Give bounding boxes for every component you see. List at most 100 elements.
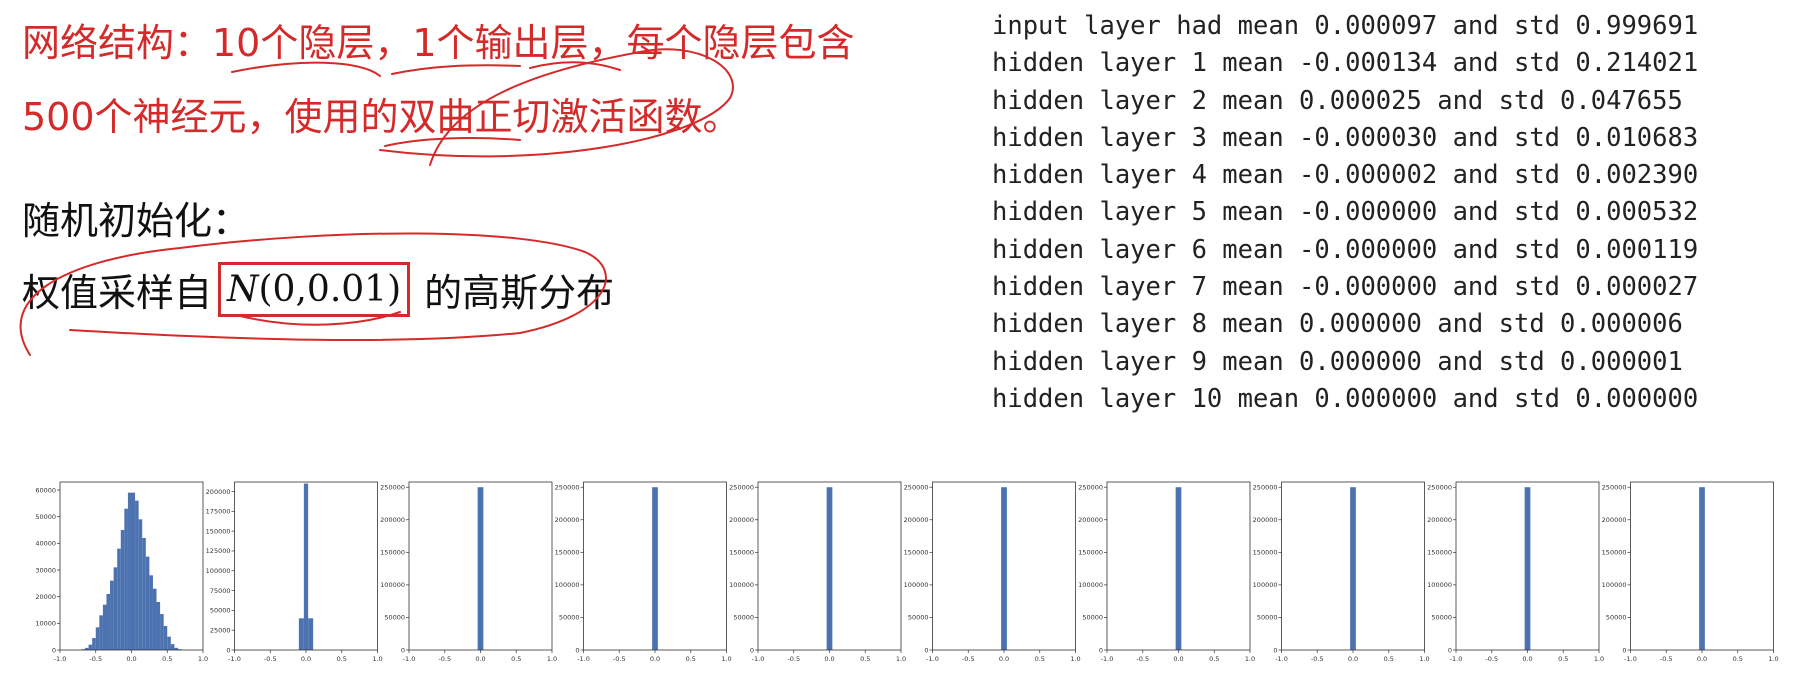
y-tick-label: 0 [1448, 646, 1452, 654]
x-tick-label: -1.0 [403, 655, 416, 663]
histogram-bar [88, 644, 93, 650]
histogram-bar [127, 492, 132, 650]
y-tick-label: 20000 [35, 593, 56, 601]
y-tick-label: 60000 [35, 486, 56, 494]
histogram-7: -1.0 -0.5 0.0 0.5 1.0 0 50000 100000 150000 20000… [1078, 481, 1255, 663]
x-tick-label: -0.5 [438, 655, 451, 663]
y-tick-label: 50000 [1431, 614, 1452, 622]
x-tick-label: 1.0 [1245, 655, 1255, 663]
y-tick-label: 200000 [380, 516, 405, 524]
network-description-line-2: 500个神经元，使用的双曲正切激活函数。 [22, 95, 741, 139]
y-tick-label: 0 [1622, 646, 1626, 654]
x-tick-label: 1.0 [1070, 655, 1080, 663]
histogram-bar [477, 487, 484, 650]
x-tick-label: 0.0 [1522, 655, 1532, 663]
x-tick-label: 0.0 [824, 655, 834, 663]
x-tick-label: 1.0 [1419, 655, 1429, 663]
y-tick-label: 25000 [210, 626, 231, 634]
x-tick-label: 1.0 [198, 655, 208, 663]
y-tick-label: 0 [750, 646, 754, 654]
formula-arguments: (0,0.01) [258, 269, 402, 310]
y-tick-label: 0 [1273, 646, 1277, 654]
histogram-bar [303, 483, 309, 650]
y-tick-label: 50000 [384, 614, 405, 622]
histogram-9: -1.0 -0.5 0.0 0.5 1.0 0 50000 100000 150000 20000… [1427, 481, 1604, 663]
y-tick-label: 100000 [380, 581, 405, 589]
histogram-bar [152, 588, 157, 650]
histogram-3: -1.0 -0.5 0.0 0.5 1.0 0 50000 100000 150000 20000… [380, 481, 557, 663]
y-tick-label: 150000 [206, 527, 231, 535]
histogram-5: -1.0 -0.5 0.0 0.5 1.0 0 50000 100000 150000 20000… [729, 481, 906, 663]
y-tick-label: 50000 [733, 614, 754, 622]
x-tick-label: 1.0 [896, 655, 906, 663]
histogram-bar [145, 556, 150, 650]
x-tick-label: 1.0 [1594, 655, 1604, 663]
histogram-bar [124, 508, 128, 650]
network-description-line-1: 网络结构：10个隐层，1个输出层，每个隐层包含 [22, 21, 855, 65]
x-tick-label: -0.5 [1311, 655, 1324, 663]
histogram-bar [138, 519, 143, 650]
x-tick-label: -1.0 [1624, 655, 1637, 663]
log-line: hidden layer 4 mean -0.000002 and std 0.… [992, 160, 1699, 191]
y-tick-label: 150000 [380, 549, 405, 557]
y-tick-label: 100000 [1427, 581, 1452, 589]
histogram-bar [826, 487, 833, 650]
x-tick-label: -1.0 [1275, 655, 1288, 663]
layer-stats-log: input layer had mean 0.000097 and std 0.… [992, 8, 1698, 418]
x-tick-label: -1.0 [1101, 655, 1114, 663]
histogram-bar [106, 594, 111, 650]
y-tick-label: 250000 [1078, 484, 1103, 492]
y-tick-label: 100000 [206, 567, 231, 575]
x-tick-label: 0.5 [337, 655, 347, 663]
x-tick-label: 0.0 [999, 655, 1009, 663]
histogram-bar [308, 618, 314, 650]
histogram-bar [117, 548, 121, 650]
log-line: input layer had mean 0.000097 and std 0.… [992, 11, 1699, 41]
y-tick-label: 200000 [1078, 516, 1103, 524]
histogram-10: -1.0 -0.5 0.0 0.5 1.0 0 50000 100000 150000 20000… [1602, 481, 1779, 663]
histogram-4: -1.0 -0.5 0.0 0.5 1.0 0 50000 100000 150000 20000… [555, 481, 732, 663]
x-tick-label: 0.5 [1558, 655, 1568, 663]
x-tick-label: 1.0 [721, 655, 731, 663]
y-tick-label: 50000 [35, 513, 56, 521]
y-tick-label: 250000 [904, 484, 929, 492]
y-tick-label: 200000 [1253, 516, 1278, 524]
histogram-bar [156, 602, 161, 650]
y-tick-label: 50000 [210, 607, 231, 615]
x-tick-label: -1.0 [577, 655, 590, 663]
histogram-bar [1350, 487, 1356, 650]
weight-sampling-line: 权值采样自 N(0,0.01) 的高斯分布 [22, 262, 614, 318]
histogram-bar [167, 636, 171, 650]
histogram-bar [298, 618, 304, 650]
x-tick-label: 0.5 [1035, 655, 1045, 663]
x-tick-label: -0.5 [89, 655, 102, 663]
log-line: hidden layer 5 mean -0.000000 and std 0.… [992, 197, 1699, 228]
y-tick-label: 100000 [1602, 581, 1627, 589]
y-tick-label: 175000 [206, 508, 231, 516]
activation-histograms: -1.0 -0.5 0.0 0.5 1.0 0 10000 20000 30000 40000 50… [35, 481, 1779, 663]
y-tick-label: 200000 [555, 516, 580, 524]
histogram-bar [95, 627, 100, 650]
histogram-bar [113, 567, 118, 650]
init-title: 随机初始化： [22, 199, 251, 243]
y-tick-label: 150000 [1078, 549, 1103, 557]
y-tick-label: 10000 [35, 620, 56, 628]
histogram-bar [160, 614, 164, 650]
y-tick-label: 125000 [206, 547, 231, 555]
y-tick-label: 0 [924, 646, 928, 654]
log-line: hidden layer 2 mean 0.000025 and std 0.0… [992, 85, 1683, 116]
histogram-bar [92, 638, 96, 650]
y-tick-label: 50000 [1606, 614, 1627, 622]
histogram-bar [652, 487, 658, 650]
histogram-bar [142, 538, 146, 650]
y-tick-label: 50000 [1082, 614, 1103, 622]
formula-variable: N [227, 269, 259, 310]
y-tick-label: 150000 [1427, 549, 1452, 557]
y-tick-label: 250000 [729, 484, 754, 492]
x-tick-label: -0.5 [1660, 655, 1673, 663]
x-tick-label: -1.0 [54, 655, 67, 663]
x-tick-label: -1.0 [228, 655, 241, 663]
y-tick-label: 40000 [35, 540, 56, 548]
y-tick-label: 250000 [380, 484, 405, 492]
log-line: hidden layer 1 mean -0.000134 and std 0.… [992, 48, 1699, 79]
